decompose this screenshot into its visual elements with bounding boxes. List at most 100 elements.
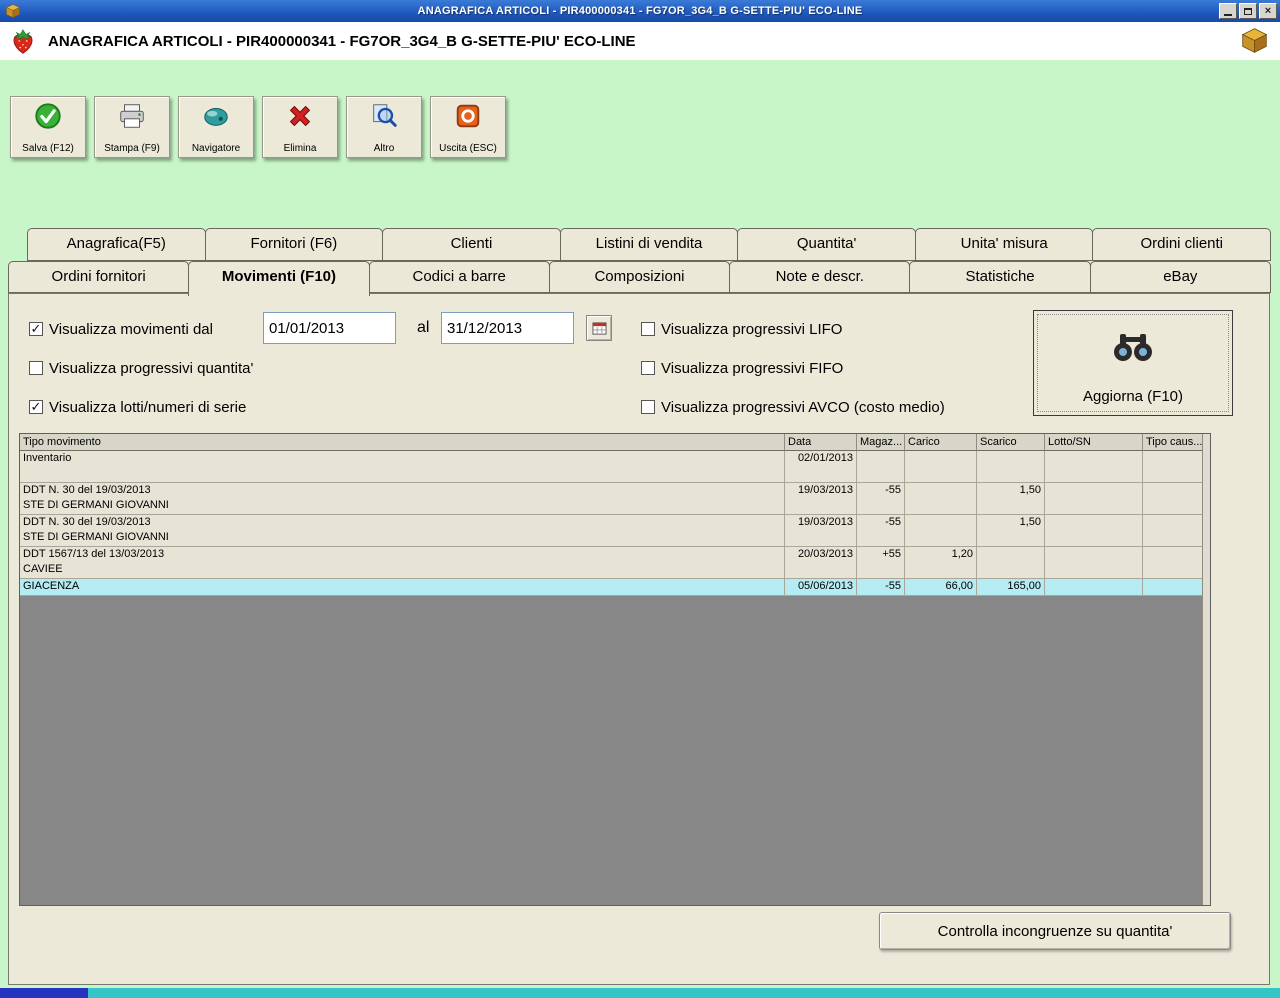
toolbar: Salva (F12) Stampa (F9) Navigatore Elimi…: [10, 96, 506, 158]
cell-magazzino: [857, 451, 905, 483]
column-header-carico[interactable]: Carico: [905, 434, 977, 451]
save-check-icon: [33, 101, 63, 136]
movimenti-panel: Visualizza movimenti dal al Visualizza p…: [8, 293, 1270, 985]
cell-carico: [905, 515, 977, 547]
tab-listini-di-vendita[interactable]: Listini di vendita: [559, 228, 739, 261]
other-button[interactable]: Altro: [346, 96, 422, 158]
progressivi-quantita-checkbox[interactable]: [29, 361, 43, 375]
cell-tipo-movimento: Inventario: [20, 451, 785, 483]
fifo-label: Visualizza progressivi FIFO: [661, 359, 844, 377]
filter-movimenti-dal: Visualizza movimenti dal: [29, 319, 213, 339]
cell-scarico: [977, 451, 1045, 483]
movimenti-dal-label: Visualizza movimenti dal: [49, 320, 213, 338]
grid-header: Tipo movimento Data Magaz... Carico Scar…: [20, 434, 1210, 451]
tab-movimenti[interactable]: Movimenti (F10): [188, 261, 370, 296]
filter-fifo: Visualizza progressivi FIFO: [641, 358, 843, 378]
cell-carico: 66,00: [905, 579, 977, 596]
avco-label: Visualizza progressivi AVCO (costo medio…: [661, 398, 945, 416]
tab-clienti[interactable]: Clienti: [382, 228, 561, 261]
avco-checkbox[interactable]: [641, 400, 655, 414]
navigator-button-label: Navigatore: [191, 143, 241, 154]
tab-fornitori[interactable]: Fornitori (F6): [204, 228, 384, 261]
cell-tipo-movimento: GIACENZA: [20, 579, 785, 596]
column-header-data[interactable]: Data: [785, 434, 857, 451]
strawberry-icon: [8, 26, 38, 61]
table-row-giacenza[interactable]: GIACENZA 05/06/2013 -55 66,00 165,00: [20, 579, 1210, 596]
tab-composizioni[interactable]: Composizioni: [548, 261, 731, 293]
progressivi-quantita-label: Visualizza progressivi quantita': [49, 359, 254, 377]
filter-lotti-serie: Visualizza lotti/numeri di serie: [29, 397, 246, 417]
window-app-icon[interactable]: [5, 3, 21, 19]
cell-lotto-sn: [1045, 547, 1143, 579]
fifo-checkbox[interactable]: [641, 361, 655, 375]
table-row[interactable]: DDT N. 30 del 19/03/2013 STE DI GERMANI G…: [20, 515, 1210, 547]
cell-scarico: [977, 547, 1045, 579]
minimize-icon: [1224, 14, 1232, 16]
window-controls: ×: [1219, 3, 1277, 19]
tab-unita-misura[interactable]: Unita' misura: [914, 228, 1094, 261]
binoculars-icon: [1111, 329, 1155, 368]
tab-anagrafica[interactable]: Anagrafica(F5): [27, 228, 206, 261]
save-button[interactable]: Salva (F12): [10, 96, 86, 158]
tab-quantita[interactable]: Quantita': [737, 228, 916, 261]
lifo-checkbox[interactable]: [641, 322, 655, 336]
cell-data: 19/03/2013: [785, 483, 857, 515]
date-from-input[interactable]: [263, 312, 396, 344]
delete-button[interactable]: Elimina: [262, 96, 338, 158]
app-header: ANAGRAFICA ARTICOLI - PIR400000341 - FG7…: [0, 22, 1280, 60]
tab-ebay[interactable]: eBay: [1089, 261, 1271, 293]
tab-codici-a-barre[interactable]: Codici a barre: [368, 261, 550, 293]
filter-avco: Visualizza progressivi AVCO (costo medio…: [641, 397, 945, 417]
column-header-tipo-movimento[interactable]: Tipo movimento: [20, 434, 785, 451]
restore-icon: [1244, 7, 1252, 15]
cell-data: 20/03/2013: [785, 547, 857, 579]
table-row[interactable]: Inventario 02/01/2013: [20, 451, 1210, 483]
exit-button-label: Uscita (ESC): [439, 143, 497, 154]
table-row[interactable]: DDT N. 30 del 19/03/2013 STE DI GERMANI G…: [20, 483, 1210, 515]
restore-button[interactable]: [1239, 3, 1257, 19]
filter-lifo: Visualizza progressivi LIFO: [641, 319, 842, 339]
calendar-button[interactable]: [586, 315, 612, 341]
cell-carico: [905, 483, 977, 515]
refresh-button[interactable]: Aggiorna (F10): [1033, 310, 1233, 416]
cell-scarico: 165,00: [977, 579, 1045, 596]
check-inconsistencies-label: Controlla incongruenze su quantita': [937, 922, 1173, 940]
tab-statistiche[interactable]: Statistiche: [909, 261, 1091, 293]
cell-magazzino: +55: [857, 547, 905, 579]
cell-lotto-sn: [1045, 483, 1143, 515]
cell-magazzino: -55: [857, 579, 905, 596]
save-button-label: Salva (F12): [22, 143, 74, 154]
close-button[interactable]: ×: [1259, 3, 1277, 19]
power-icon: [453, 101, 483, 136]
cell-lotto-sn: [1045, 451, 1143, 483]
exit-button[interactable]: Uscita (ESC): [430, 96, 506, 158]
al-label: al: [417, 319, 430, 336]
movimenti-dal-checkbox[interactable]: [29, 322, 43, 336]
lotti-serie-checkbox[interactable]: [29, 400, 43, 414]
date-to-input[interactable]: [441, 312, 574, 344]
printer-icon: [117, 101, 147, 136]
cell-magazzino: -55: [857, 483, 905, 515]
print-button[interactable]: Stampa (F9): [94, 96, 170, 158]
cell-data: 02/01/2013: [785, 451, 857, 483]
table-row[interactable]: DDT 1567/13 del 13/03/2013 CAVIEE 20/03/2…: [20, 547, 1210, 579]
tab-ordini-clienti[interactable]: Ordini clienti: [1092, 228, 1272, 261]
column-header-magazzino[interactable]: Magaz...: [857, 434, 905, 451]
page-title: ANAGRAFICA ARTICOLI - PIR400000341 - FG7…: [48, 32, 636, 50]
lifo-label: Visualizza progressivi LIFO: [661, 320, 843, 338]
cell-tipo-causale: [1143, 483, 1204, 515]
cell-tipo-causale: [1143, 451, 1204, 483]
cell-scarico: 1,50: [977, 515, 1045, 547]
minimize-button[interactable]: [1219, 3, 1237, 19]
column-header-lotto-sn[interactable]: Lotto/SN: [1045, 434, 1143, 451]
titlebar: ANAGRAFICA ARTICOLI - PIR400000341 - FG7…: [0, 0, 1280, 22]
check-inconsistencies-button[interactable]: Controlla incongruenze su quantita': [879, 912, 1231, 950]
column-header-scarico[interactable]: Scarico: [977, 434, 1045, 451]
tab-note-e-descr[interactable]: Note e descr.: [729, 261, 911, 293]
cell-tipo-causale: [1143, 515, 1204, 547]
tab-ordini-fornitori[interactable]: Ordini fornitori: [8, 261, 190, 293]
tab-strip-bottom: Ordini fornitori Movimenti (F10) Codici …: [8, 261, 1271, 296]
column-header-tipo-causale[interactable]: Tipo caus...: [1143, 434, 1204, 451]
tab-strip-top: Anagrafica(F5) Fornitori (F6) Clienti Li…: [27, 228, 1272, 261]
navigator-button[interactable]: Navigatore: [178, 96, 254, 158]
